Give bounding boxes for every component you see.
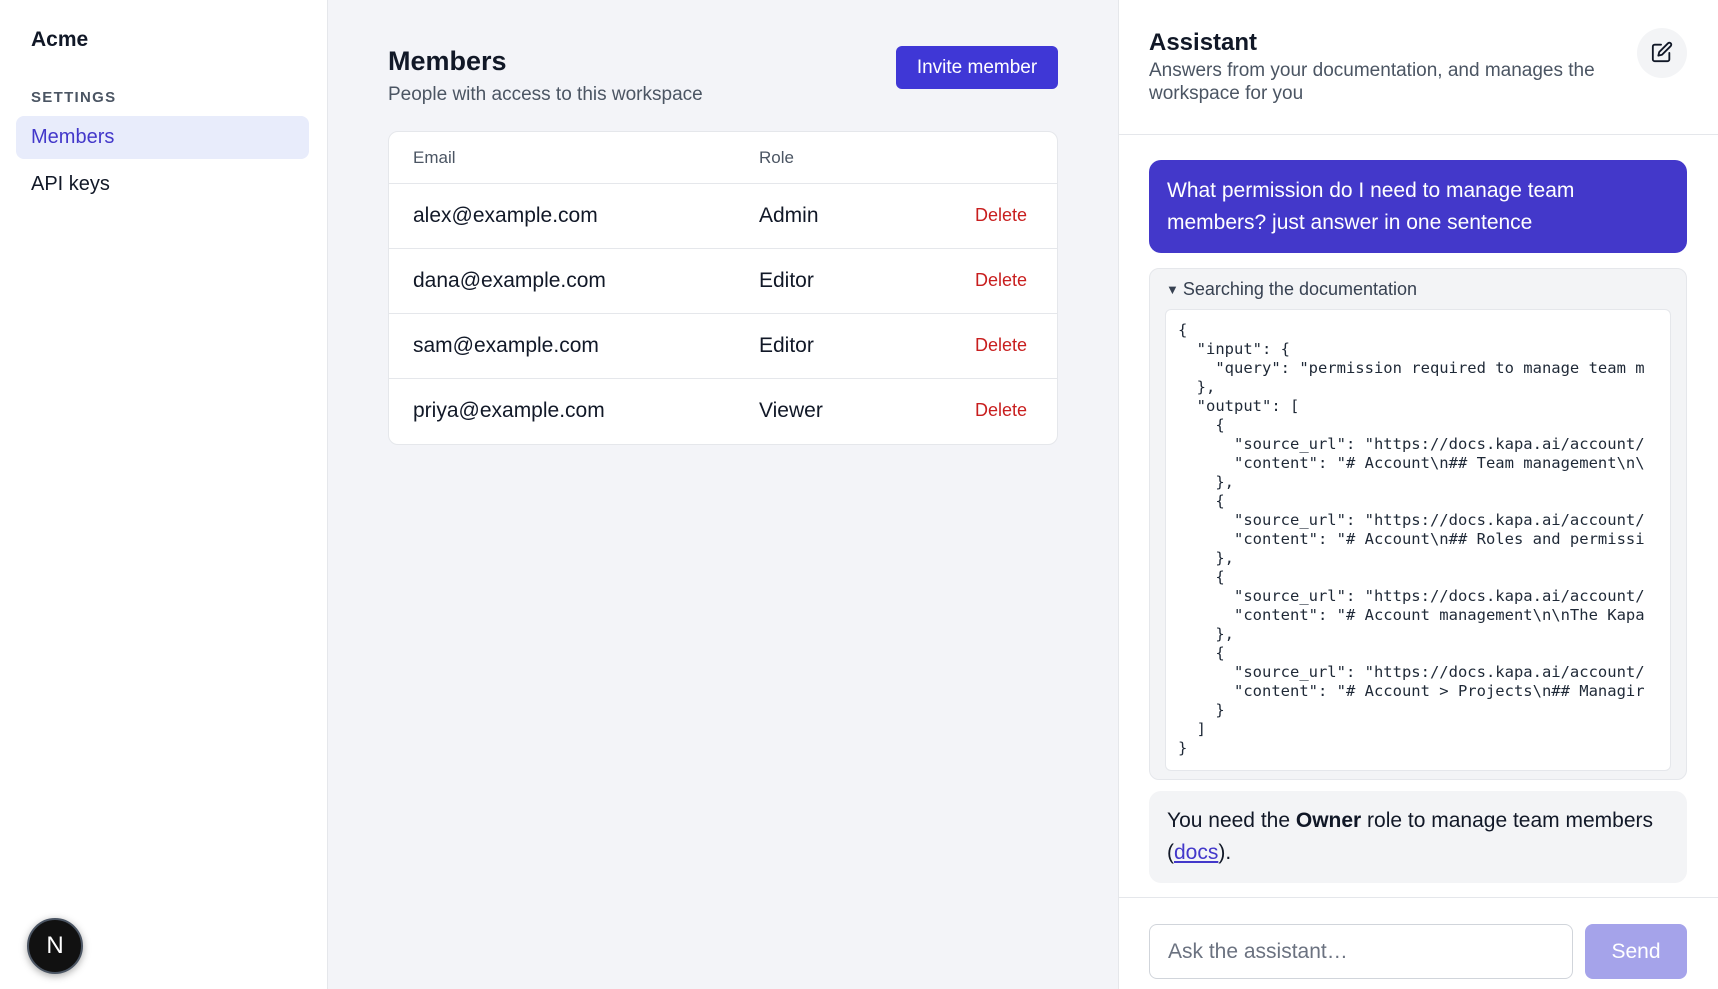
compose-icon — [1651, 41, 1673, 66]
column-header-email: Email — [413, 148, 456, 167]
members-table: Email Role alex@example.com Admin Delete… — [388, 131, 1058, 445]
assistant-header: Assistant Answers from your documentatio… — [1119, 0, 1718, 135]
table-row: sam@example.com Editor Delete — [389, 314, 1057, 379]
member-email: alex@example.com — [413, 204, 598, 227]
delete-member-button[interactable]: Delete — [975, 205, 1027, 226]
member-email: dana@example.com — [413, 269, 606, 292]
composer: Send — [1119, 897, 1718, 989]
sidebar-item-members[interactable]: Members — [16, 116, 309, 159]
member-role: Editor — [759, 269, 814, 292]
assistant-answer: You need the Owner role to manage team m… — [1149, 791, 1687, 883]
sidebar: Acme SETTINGS Members API keys N — [0, 0, 328, 989]
tool-call-summary: Searching the documentation — [1182, 279, 1418, 299]
member-role: Editor — [759, 334, 814, 357]
member-email: sam@example.com — [413, 334, 599, 357]
member-role: Viewer — [759, 399, 823, 422]
table-header: Email Role — [389, 132, 1057, 184]
tool-call-panel: ▼ Searching the documentation { "input": … — [1149, 268, 1687, 780]
invite-member-button[interactable]: Invite member — [896, 46, 1058, 89]
docs-link[interactable]: docs — [1174, 841, 1218, 864]
assistant-panel: Assistant Answers from your documentatio… — [1118, 0, 1718, 989]
brand-name: Acme — [31, 28, 89, 51]
table-row: alex@example.com Admin Delete — [389, 184, 1057, 249]
main-content: Members People with access to this works… — [328, 0, 1118, 989]
page-subtitle: People with access to this workspace — [388, 84, 703, 105]
new-chat-button[interactable] — [1637, 28, 1687, 78]
member-email: priya@example.com — [413, 399, 605, 422]
next-devtools-badge[interactable]: N — [27, 918, 83, 974]
answer-text: You need the — [1167, 809, 1296, 832]
ask-input[interactable] — [1149, 924, 1573, 979]
delete-member-button[interactable]: Delete — [975, 270, 1027, 291]
send-button[interactable]: Send — [1585, 924, 1687, 979]
answer-role-bold: Owner — [1295, 809, 1362, 832]
table-row: dana@example.com Editor Delete — [389, 249, 1057, 314]
table-row: priya@example.com Viewer Delete — [389, 379, 1057, 444]
answer-text: ). — [1218, 841, 1232, 864]
tool-call-toggle[interactable]: ▼ Searching the documentation — [1166, 279, 1417, 300]
delete-member-button[interactable]: Delete — [975, 400, 1027, 421]
tool-call-json: { "input": { "query": "permission requir… — [1178, 321, 1645, 757]
tool-call-output[interactable]: { "input": { "query": "permission requir… — [1165, 309, 1671, 771]
caret-down-icon: ▼ — [1166, 282, 1179, 297]
sidebar-item-api-keys[interactable]: API keys — [16, 163, 309, 206]
assistant-title: Assistant — [1149, 29, 1258, 56]
column-header-role: Role — [759, 148, 794, 167]
delete-member-button[interactable]: Delete — [975, 335, 1027, 356]
user-message: What permission do I need to manage team… — [1149, 160, 1687, 253]
assistant-subtitle: Answers from your documentation, and man… — [1149, 60, 1595, 104]
member-role: Admin — [759, 204, 819, 227]
settings-section-label: SETTINGS — [31, 89, 117, 106]
page-title: Members — [388, 46, 507, 76]
